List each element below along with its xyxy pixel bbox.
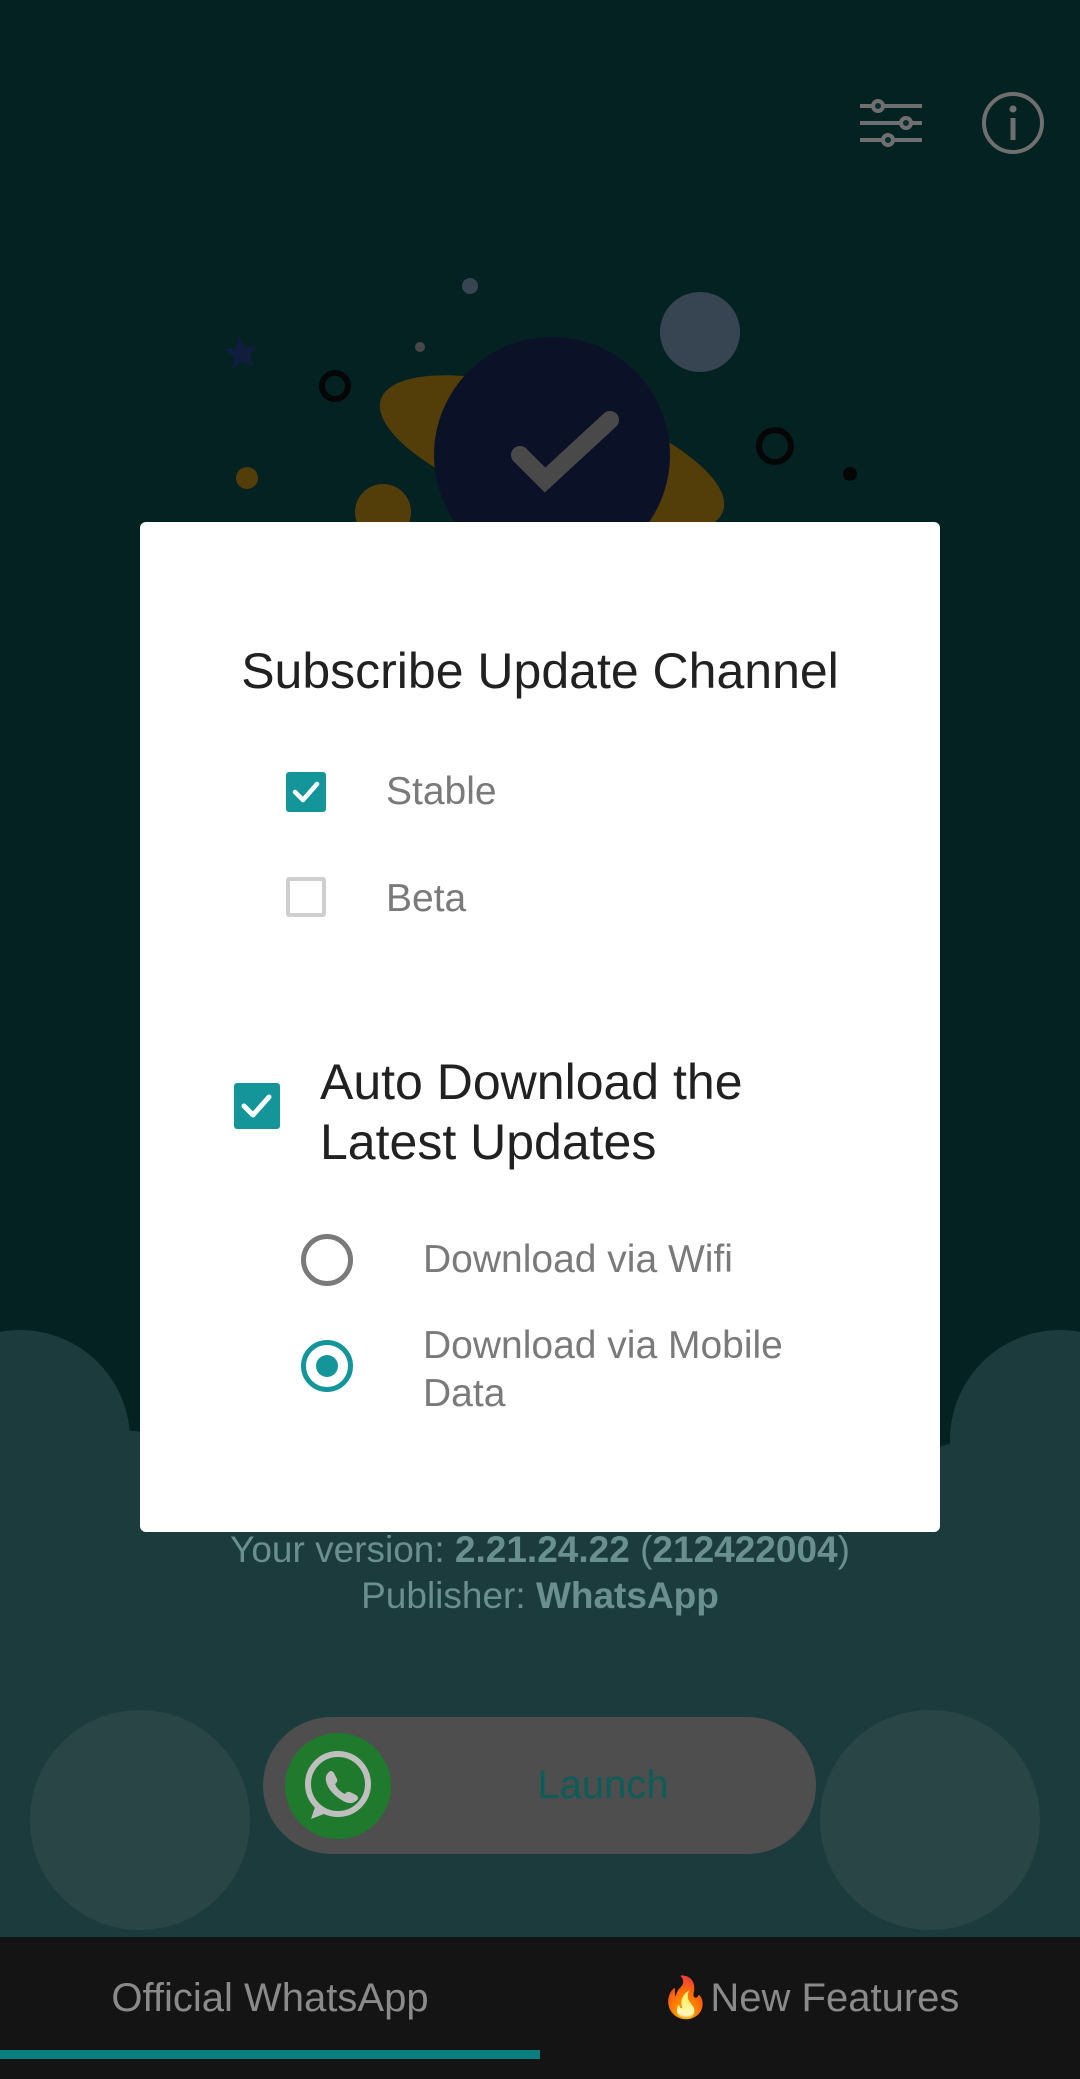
stable-checkbox[interactable] [286, 772, 326, 812]
build-value: 212422004 [652, 1529, 838, 1570]
version-line: Your version: 2.21.24.22 (212422004) [0, 1527, 1080, 1573]
dialog-title: Subscribe Update Channel [241, 643, 839, 699]
tab-new-features[interactable]: 🔥New Features [540, 1937, 1080, 2069]
launch-label: Launch [537, 1763, 669, 1807]
build-close: ) [837, 1529, 850, 1570]
launch-button[interactable]: Launch [263, 1717, 816, 1854]
wifi-radio[interactable] [301, 1234, 353, 1286]
radio-dot [316, 1355, 338, 1377]
wifi-label[interactable]: Download via Wifi [423, 1236, 863, 1284]
active-tab-indicator [0, 2050, 540, 2059]
beta-label[interactable]: Beta [386, 877, 466, 921]
beta-checkbox[interactable] [286, 877, 326, 917]
publisher-line: Publisher: WhatsApp [0, 1573, 1080, 1619]
filter-sliders-icon[interactable] [858, 96, 924, 150]
publisher-label: Publisher: [361, 1575, 536, 1616]
auto-download-checkbox[interactable] [234, 1083, 280, 1129]
whatsapp-icon [285, 1733, 391, 1839]
info-icon[interactable] [980, 90, 1046, 156]
version-value: 2.21.24.22 [454, 1529, 630, 1570]
version-label: Your version: [230, 1529, 455, 1570]
stable-label[interactable]: Stable [386, 770, 497, 814]
mobile-data-label[interactable]: Download via Mobile Data [423, 1322, 863, 1418]
check-icon [241, 1094, 272, 1118]
subscribe-dialog: Subscribe Update Channel Stable Beta Aut… [140, 522, 940, 1532]
mobile-data-radio[interactable] [301, 1340, 353, 1392]
build-open: ( [629, 1529, 653, 1570]
publisher-value: WhatsApp [535, 1575, 719, 1616]
auto-download-label[interactable]: Auto Download the Latest Updates [320, 1052, 880, 1172]
check-icon [292, 781, 320, 803]
